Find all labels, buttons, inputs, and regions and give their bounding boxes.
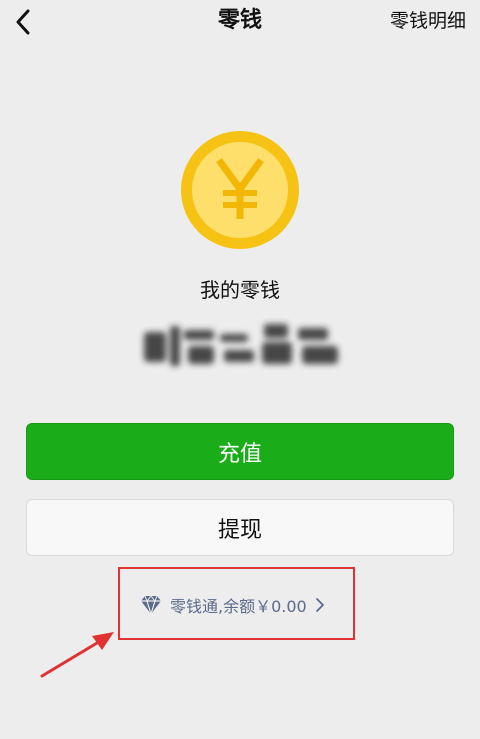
annotation-arrow-icon bbox=[36, 626, 126, 682]
chevron-left-icon bbox=[16, 9, 30, 35]
balance-amount-obscured bbox=[136, 316, 350, 378]
withdraw-button[interactable]: 提现 bbox=[26, 499, 454, 556]
recharge-button-label: 充值 bbox=[217, 441, 262, 467]
change-details-link[interactable]: 零钱明细 bbox=[390, 8, 466, 34]
coin-yuan-icon bbox=[181, 131, 299, 249]
navigation-bar: 零钱 零钱明细 bbox=[0, 0, 480, 44]
lingqiantong-link[interactable]: 零钱通,余额￥0.00 bbox=[140, 592, 325, 618]
recharge-button[interactable]: 充值 bbox=[26, 423, 454, 480]
my-change-label: 我的零钱 bbox=[200, 278, 280, 302]
page-title: 零钱 bbox=[217, 8, 262, 33]
withdraw-button-label: 提现 bbox=[217, 517, 262, 543]
back-button[interactable] bbox=[8, 4, 38, 40]
diamond-icon bbox=[140, 595, 162, 615]
lingqiantong-text: 零钱通,余额￥0.00 bbox=[170, 597, 307, 616]
chevron-right-icon bbox=[315, 597, 325, 613]
